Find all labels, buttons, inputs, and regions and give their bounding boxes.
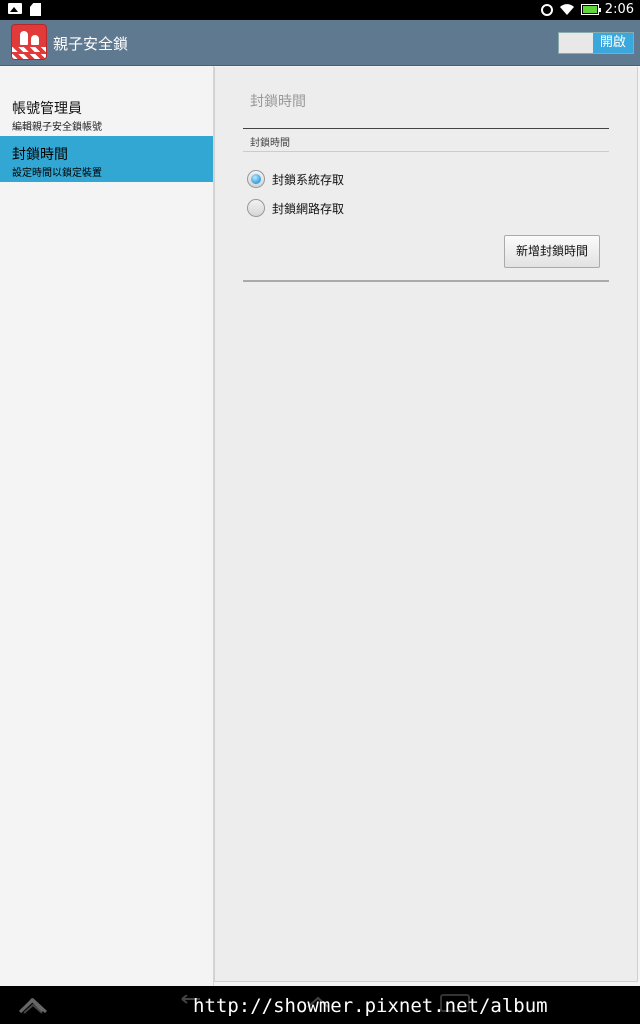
radio-button-unchecked[interactable] [247,199,265,217]
radio-label: 封鎖網路存取 [272,201,345,216]
toggle-on-label[interactable]: 開啟 [592,33,633,53]
radio-button-checked[interactable] [247,170,265,188]
divider [243,128,609,129]
lock-toggle[interactable]: 開啟 [558,32,634,54]
divider [243,151,609,152]
sidebar-item-subtitle: 編輯親子安全鎖帳號 [12,122,102,133]
sidebar-item-subtitle: 設定時間以鎖定裝置 [12,168,102,179]
toggle-off-area[interactable] [559,33,593,53]
alarm-icon [540,3,553,16]
sd-card-icon [30,3,41,16]
radio-label: 封鎖系統存取 [272,172,345,187]
detail-header: 封鎖時間 [250,94,306,110]
sidebar-item-title: 帳號管理員 [12,101,82,117]
wifi-icon [559,3,575,16]
divider [243,280,609,282]
status-bar: 2:06 [0,0,640,20]
category-title: 封鎖時間 [250,138,290,149]
detail-pane: 封鎖時間 封鎖時間 封鎖系統存取 封鎖網路存取 新增封鎖時間 [214,67,638,982]
settings-sidebar: 帳號管理員 編輯親子安全鎖帳號 封鎖時間 設定時間以鎖定裝置 [0,66,214,986]
watermark: http://showmer.pixnet.net/album [193,995,548,1017]
app-title: 親子安全鎖 [53,35,129,53]
sidebar-item-block-time[interactable]: 封鎖時間 設定時間以鎖定裝置 [0,136,213,182]
picture-icon [8,3,22,14]
chevron-up-icon[interactable] [18,996,48,1014]
action-bar: 親子安全鎖 開啟 [0,20,640,66]
option-block-system[interactable]: 封鎖系統存取 [247,168,344,190]
sidebar-item-account-manager[interactable]: 帳號管理員 編輯親子安全鎖帳號 [0,90,213,136]
clock: 2:06 [604,2,634,17]
option-block-network[interactable]: 封鎖網路存取 [247,197,344,219]
app-icon[interactable] [11,24,47,60]
sidebar-item-title: 封鎖時間 [12,147,68,163]
add-block-time-button[interactable]: 新增封鎖時間 [504,235,600,268]
battery-icon [580,4,601,15]
